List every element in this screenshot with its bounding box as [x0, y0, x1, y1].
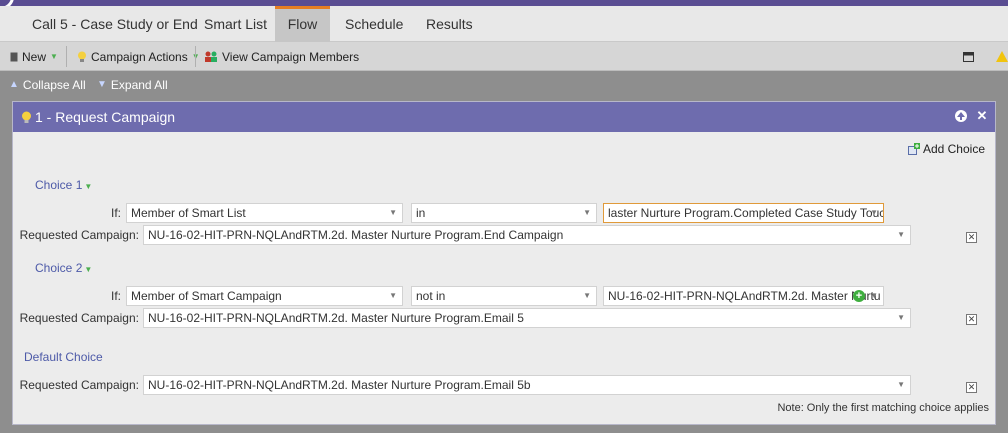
campaign-actions-label: Campaign Actions [91, 49, 188, 64]
default-choice-label: Default Choice [24, 350, 103, 364]
expand-all-button[interactable]: ▼ Expand All [97, 71, 168, 99]
add-choice-icon [907, 143, 920, 155]
chevron-down-icon: ▼ [897, 380, 905, 389]
tab-bar: Call 5 - Case Study or End Smart List Fl… [0, 6, 1008, 42]
requested-campaign-label: Requested Campaign: [19, 311, 139, 325]
campaign-actions-button[interactable]: Campaign Actions ▼ [77, 42, 200, 71]
choice-2-condition-value: Member of Smart Campaign [131, 289, 282, 303]
tab-flow[interactable]: Flow [275, 6, 330, 42]
requested-campaign-label: Requested Campaign: [19, 228, 139, 242]
choice-1-condition-value: Member of Smart List [131, 206, 246, 220]
requested-campaign-label: Requested Campaign: [19, 378, 139, 392]
choice-2-operator-value: not in [416, 289, 446, 303]
lightbulb-icon [78, 51, 86, 62]
chevron-up-icon: ▲ [9, 79, 19, 90]
add-value-icon[interactable]: + [853, 290, 865, 302]
delete-choice-1-icon[interactable]: ✕ [966, 232, 977, 243]
choice-1-value-select[interactable]: laster Nurture Program.Completed Case St… [603, 203, 884, 223]
new-label: New [22, 49, 47, 64]
chevron-down-icon: ▼ [50, 51, 58, 61]
if-label: If: [110, 289, 121, 303]
delete-choice-2-icon[interactable]: ✕ [966, 314, 977, 325]
new-menu-button[interactable]: New ▼ [10, 42, 58, 71]
chevron-down-icon: ▼ [84, 182, 93, 191]
flow-step-panel: 1 - Request Campaign ✕ Add Choice Choice… [12, 101, 996, 425]
toolbar: New ▼ Campaign Actions ▼ View Campaign M… [0, 42, 1008, 71]
collapse-all-label: Collapse All [22, 78, 86, 92]
people-icon [205, 51, 217, 62]
matching-note: Note: Only the first matching choice app… [777, 402, 989, 414]
chevron-down-icon: ▼ [583, 291, 591, 300]
chevron-down-icon: ▼ [870, 208, 878, 217]
choice-2-requested-campaign-select[interactable]: NU-16-02-HIT-PRN-NQLAndRTM.2d. Master Nu… [143, 308, 911, 328]
warning-button[interactable] [996, 42, 1008, 71]
view-campaign-members-button[interactable]: View Campaign Members [204, 42, 359, 71]
expand-all-label: Expand All [110, 78, 168, 92]
choice-2-label[interactable]: Choice 2 ▼ [35, 261, 92, 275]
chevron-down-icon: ▼ [84, 265, 93, 274]
choice-2-requested-campaign-value: NU-16-02-HIT-PRN-NQLAndRTM.2d. Master Nu… [148, 311, 524, 325]
add-choice-label: Add Choice [922, 142, 985, 156]
chevron-down-icon: ▼ [389, 208, 397, 217]
collapse-all-button[interactable]: ▲ Collapse All [9, 71, 86, 99]
flow-step-title: 1 - Request Campaign [35, 109, 176, 125]
tab-smart-list[interactable]: Smart List [190, 6, 281, 42]
flow-step-header[interactable]: 1 - Request Campaign ✕ [13, 102, 995, 132]
chevron-down-icon: ▼ [897, 230, 905, 239]
window-toggle-button[interactable] [963, 42, 974, 71]
new-doc-icon [10, 52, 18, 61]
tab-schedule[interactable]: Schedule [331, 6, 417, 42]
if-label: If: [110, 206, 121, 220]
choice-1-operator-value: in [416, 206, 426, 220]
toolbar-divider [195, 46, 196, 67]
choice-2-condition-select[interactable]: Member of Smart Campaign ▼ [126, 286, 403, 306]
choice-1-requested-campaign-select[interactable]: NU-16-02-HIT-PRN-NQLAndRTM.2d. Master Nu… [143, 225, 911, 245]
default-requested-campaign-select[interactable]: NU-16-02-HIT-PRN-NQLAndRTM.2d. Master Nu… [143, 375, 911, 395]
chevron-down-icon: ▼ [870, 291, 878, 300]
choice-2-operator-select[interactable]: not in ▼ [411, 286, 597, 306]
window-icon [963, 51, 974, 62]
tab-results[interactable]: Results [412, 6, 487, 42]
lightbulb-icon [22, 111, 31, 123]
chevron-down-icon: ▼ [583, 208, 591, 217]
choice-1-operator-select[interactable]: in ▼ [411, 203, 597, 223]
move-up-icon[interactable] [954, 109, 968, 123]
choice-2-value: NU-16-02-HIT-PRN-NQLAndRTM.2d. Master Nu… [608, 289, 881, 303]
choice-1-label[interactable]: Choice 1 ▼ [35, 178, 92, 192]
view-members-label: View Campaign Members [222, 49, 360, 64]
choice-1-text: Choice 1 [35, 178, 83, 192]
choice-2-text: Choice 2 [35, 261, 83, 275]
default-requested-campaign-value: NU-16-02-HIT-PRN-NQLAndRTM.2d. Master Nu… [148, 378, 531, 392]
sub-toolbar: ▲ Collapse All ▼ Expand All [0, 71, 1008, 101]
choice-1-condition-select[interactable]: Member of Smart List ▼ [126, 203, 403, 223]
choice-1-value: laster Nurture Program.Completed Case St… [608, 206, 884, 220]
active-tab-indicator [275, 6, 330, 9]
warning-icon [996, 51, 1008, 62]
tab-program-name[interactable]: Call 5 - Case Study or End [18, 6, 212, 42]
choice-2-value-select[interactable]: NU-16-02-HIT-PRN-NQLAndRTM.2d. Master Nu… [603, 286, 884, 306]
chevron-down-icon: ▼ [97, 79, 107, 90]
add-choice-button[interactable]: Add Choice [907, 142, 985, 156]
delete-default-choice-icon[interactable]: ✕ [966, 382, 977, 393]
chevron-down-icon: ▼ [389, 291, 397, 300]
close-icon[interactable]: ✕ [975, 109, 989, 123]
toolbar-divider [66, 46, 67, 67]
choice-1-requested-campaign-value: NU-16-02-HIT-PRN-NQLAndRTM.2d. Master Nu… [148, 228, 564, 242]
chevron-down-icon: ▼ [897, 313, 905, 322]
